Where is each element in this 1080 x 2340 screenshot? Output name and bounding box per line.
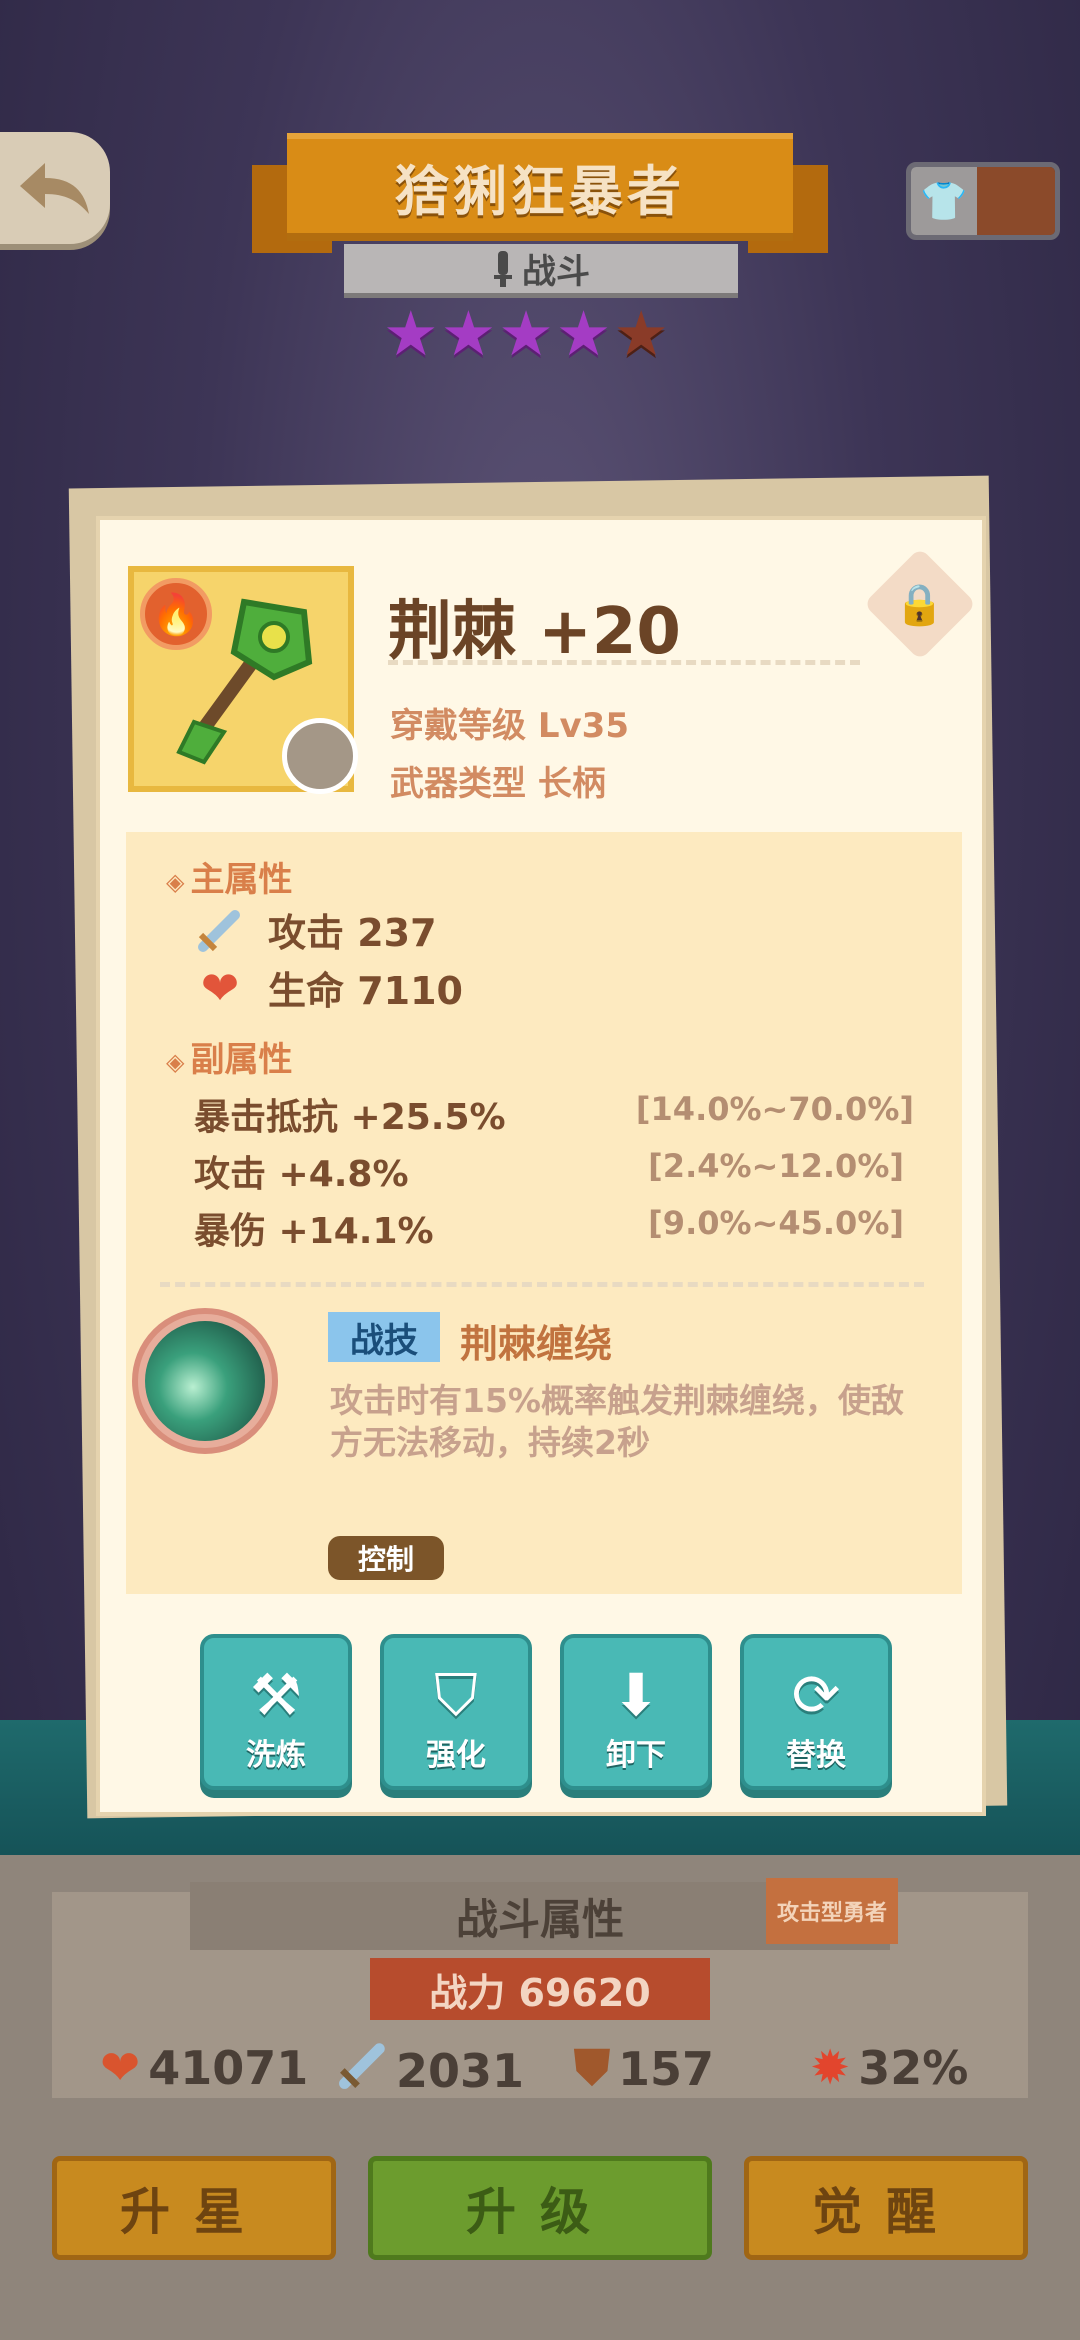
- awaken-label: 觉醒: [812, 2183, 960, 2241]
- battle-stats-title: 战斗属性: [455, 1894, 624, 1944]
- crit-stat-value: 32%: [858, 2041, 969, 2095]
- defense-stat-value: 157: [618, 2041, 715, 2096]
- skill-description: 攻击时有15%概率触发荆棘缠绕，使敌方无法移动，持续2秒: [330, 1381, 904, 1462]
- back-arrow-icon: [20, 163, 89, 214]
- sub-stat-label: 攻击 +4.8%: [194, 1154, 409, 1195]
- role-tag: 攻击型勇者: [766, 1878, 898, 1944]
- star-filled-icon: ★: [498, 297, 554, 370]
- main-attributes-title: 主属性: [190, 860, 293, 900]
- hero-star-rating: ★ ★ ★ ★ ★: [383, 303, 669, 365]
- item-detail-card: 🔥 荆棘 +20 穿戴等级 Lv35 武器类型 长柄 🔒 ◈ 主属性 攻击 237…: [96, 516, 986, 1816]
- hero-avatar[interactable]: [282, 718, 358, 794]
- sub-stat-label: 暴伤 +14.1%: [194, 1211, 434, 1252]
- sub-attributes-title: 副属性: [190, 1040, 293, 1080]
- lock-icon: 🔒: [895, 581, 945, 628]
- lock-button[interactable]: 🔒: [863, 547, 977, 661]
- star-filled-icon: ★: [383, 297, 439, 370]
- weapon-type: 武器类型 长柄: [390, 764, 606, 804]
- diamond-icon: ◈: [166, 1047, 185, 1076]
- star-up-button[interactable]: 升星: [52, 2156, 336, 2260]
- skill-category-tag: 控制: [328, 1536, 444, 1580]
- star-empty-icon: ★: [613, 297, 669, 370]
- attack-stat-value: 2031: [396, 2044, 525, 2098]
- defense-stat: ⛊ 157: [574, 2040, 714, 2097]
- sub-stat-range: [9.0%~45.0%]: [648, 1204, 904, 1242]
- sub-stat-range: [14.0%~70.0%]: [635, 1090, 914, 1128]
- replace-label: 替换: [786, 1738, 846, 1773]
- star-up-label: 升星: [120, 2183, 268, 2241]
- sword-icon: [196, 906, 244, 954]
- enhance-label: 强化: [426, 1738, 486, 1773]
- combat-power-bar: 战力 69620: [370, 1958, 710, 2020]
- hp-stat: ❤ 41071: [100, 2040, 308, 2096]
- hero-class-bar: 战斗: [344, 244, 738, 298]
- unequip-button[interactable]: ⬇ 卸下: [560, 1634, 712, 1790]
- upgrade-shield-icon: ⛉: [434, 1661, 478, 1729]
- divider: [388, 660, 860, 665]
- back-button[interactable]: [0, 132, 110, 244]
- sword-icon: [338, 2040, 388, 2102]
- main-attributes-heading: ◈ 主属性: [166, 852, 292, 901]
- unequip-arrow-icon: ⬇: [611, 1661, 661, 1729]
- hero-title-banner: 猞猁狂暴者: [287, 133, 793, 241]
- heart-icon: ❤: [200, 960, 240, 1015]
- skill-type-tag: 战技: [328, 1312, 440, 1362]
- outfit-swatch: [977, 167, 1055, 235]
- star-filled-icon: ★: [440, 297, 497, 370]
- item-name: 荆棘 +20: [388, 595, 681, 669]
- hp-stat-value: 41071: [148, 2041, 309, 2095]
- item-icon-frame: 🔥: [128, 566, 358, 794]
- attack-stat: 2031: [338, 2040, 524, 2102]
- level-up-label: 升级: [466, 2183, 614, 2241]
- level-up-button[interactable]: 升级: [368, 2156, 712, 2260]
- refine-button[interactable]: ⚒ 洗炼: [200, 1634, 352, 1790]
- sword-class-icon: [494, 250, 512, 287]
- wear-level: 穿戴等级 Lv35: [390, 706, 629, 746]
- hp-value: 生命 7110: [268, 969, 463, 1013]
- heart-icon: ❤: [100, 2040, 141, 2096]
- crit-burst-icon: ✹: [810, 2040, 851, 2096]
- main-stat-row: ❤ 生命 7110: [196, 960, 463, 1015]
- thorn-swirl-icon: [145, 1321, 265, 1441]
- stat-panel: ◈ 主属性 攻击 237 ❤ 生命 7110 ◈ 副属性 暴击抵抗 +25.5% […: [126, 832, 962, 1594]
- sub-stat-range: [2.4%~12.0%]: [648, 1147, 904, 1185]
- unequip-label: 卸下: [606, 1738, 666, 1773]
- star-filled-icon: ★: [555, 297, 612, 370]
- skill-icon[interactable]: [132, 1308, 278, 1454]
- enhance-button[interactable]: ⛉ 强化: [380, 1634, 532, 1790]
- hero-class: 战斗: [522, 252, 590, 292]
- shield-icon: ⛊: [574, 2040, 611, 2096]
- combat-power: 战力 69620: [429, 1970, 651, 2015]
- replace-button[interactable]: ⟳ 替换: [740, 1634, 892, 1790]
- outfit-toggle-button[interactable]: 👕: [906, 162, 1060, 240]
- swap-icon: ⟳: [791, 1661, 841, 1729]
- sub-attributes-heading: ◈ 副属性: [166, 1032, 292, 1081]
- refine-label: 洗炼: [246, 1738, 306, 1773]
- awaken-button[interactable]: 觉醒: [744, 2156, 1028, 2260]
- attack-value: 攻击 237: [268, 911, 437, 955]
- anvil-icon: ⚒: [250, 1661, 302, 1729]
- hero-name: 猞猁狂暴者: [395, 159, 685, 223]
- divider: [160, 1282, 924, 1287]
- shirt-icon: 👕: [911, 167, 977, 235]
- diamond-icon: ◈: [166, 867, 185, 896]
- skill-name: 荆棘缠绕: [460, 1322, 613, 1366]
- crit-stat: ✹ 32%: [810, 2040, 968, 2096]
- main-stat-row: 攻击 237: [196, 902, 437, 957]
- sub-stat-label: 暴击抵抗 +25.5%: [194, 1097, 506, 1138]
